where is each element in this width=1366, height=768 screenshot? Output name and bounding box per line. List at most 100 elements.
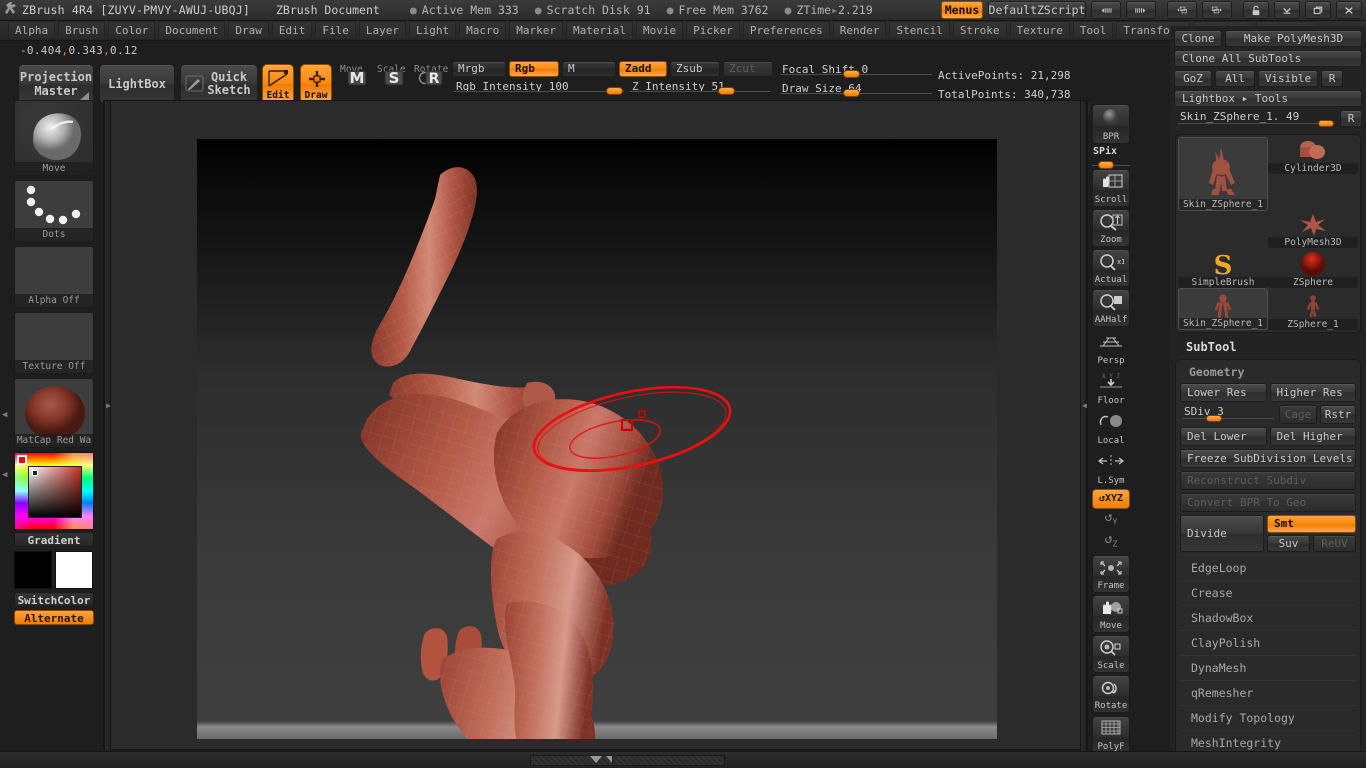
goz-button[interactable]: GoZ [1174, 70, 1212, 87]
crease-item[interactable]: Crease [1179, 580, 1357, 605]
prev-script-icon[interactable] [1091, 1, 1121, 19]
zoom-button[interactable]: Zoom [1092, 209, 1130, 247]
all-button[interactable]: All [1215, 70, 1255, 87]
floor-button[interactable]: X Y Z Floor [1092, 369, 1130, 407]
edit-button[interactable]: Edit [262, 64, 294, 104]
rotate-z-button[interactable]: ↺Z [1092, 533, 1130, 553]
menu-document[interactable]: Document [158, 21, 226, 40]
menu-movie[interactable]: Movie [635, 21, 684, 40]
menu-marker[interactable]: Marker [509, 21, 563, 40]
focal-shift-slider[interactable]: Focal Shift 0 [780, 63, 932, 78]
menu-tool[interactable]: Tool [1072, 21, 1114, 40]
higher-res-button[interactable]: Higher Res [1269, 383, 1356, 402]
subtool-section-header[interactable]: SubTool [1170, 333, 1366, 359]
rgb-intensity-slider[interactable]: Rgb Intensity 100 [454, 80, 624, 95]
del-lower-button[interactable]: Del Lower [1180, 427, 1267, 446]
bottom-scroll-arrows[interactable] [588, 754, 620, 768]
menu-brush[interactable]: Brush [58, 21, 106, 40]
lower-res-button[interactable]: Lower Res [1180, 383, 1267, 402]
local-button[interactable]: Local [1092, 409, 1130, 447]
color-marker-secondary[interactable] [32, 470, 38, 476]
right-tray-strip[interactable]: ◀ [1080, 101, 1087, 751]
menu-picker[interactable]: Picker [686, 21, 740, 40]
thumb-polymesh3d[interactable]: PolyMesh3D [1268, 211, 1358, 248]
geometry-title[interactable]: Geometry [1179, 363, 1357, 383]
document-canvas[interactable] [197, 139, 997, 739]
alpha-swatch[interactable]: Alpha Off [14, 246, 94, 308]
restore-icon[interactable] [1305, 1, 1331, 19]
rotate-button[interactable]: R Rotate [414, 64, 450, 104]
color-picker[interactable] [14, 452, 94, 530]
tool-item-slider[interactable]: Skin_ZSphere_1. 49 [1176, 110, 1337, 127]
left-tray-arrow-down[interactable]: ◀ [2, 470, 7, 480]
persp-button[interactable]: Persp [1092, 329, 1130, 367]
left-tray-arrow-up[interactable]: ◀ [2, 410, 7, 420]
modify-topology-item[interactable]: Modify Topology [1179, 705, 1357, 730]
zscript-name-button[interactable]: DefaultZScript [988, 1, 1086, 19]
divide-button[interactable]: Divide [1180, 515, 1264, 552]
menu-color[interactable]: Color [108, 21, 156, 40]
thumb-zsphere-1[interactable]: ZSphere_1 [1268, 288, 1358, 330]
switch-color-button[interactable]: SwitchColor [14, 592, 94, 607]
bottom-scrollbar-right[interactable] [612, 755, 725, 766]
cage-button[interactable]: Cage [1279, 405, 1317, 424]
move-gizmo-button[interactable]: Move [1092, 595, 1130, 633]
bpr-button[interactable]: BPR [1092, 104, 1130, 144]
menu-preferences[interactable]: Preferences [742, 21, 830, 40]
left-tray-strip[interactable]: ▶ [104, 101, 111, 751]
next-script-icon[interactable] [1126, 1, 1156, 19]
menu-file[interactable]: File [315, 21, 356, 40]
smt-button[interactable]: Smt [1267, 515, 1356, 533]
draw-button[interactable]: Draw [300, 64, 332, 104]
lsym-button[interactable]: L.Sym [1092, 449, 1130, 487]
shadowbox-item[interactable]: ShadowBox [1179, 605, 1357, 630]
polyf-button[interactable]: PolyF [1092, 716, 1130, 754]
clone-all-subtools-button[interactable]: Clone All SubTools [1174, 50, 1362, 67]
menu-render[interactable]: Render [832, 21, 887, 40]
goz-reset-button[interactable]: R [1321, 70, 1343, 87]
menu-light[interactable]: Light [408, 21, 457, 40]
dynamesh-item[interactable]: DynaMesh [1179, 655, 1357, 680]
alternate-button[interactable]: Alternate [14, 610, 94, 625]
lightbox-tools-button[interactable]: Lightbox ▸ Tools [1174, 90, 1362, 107]
menu-material[interactable]: Material [565, 21, 633, 40]
menu-stencil[interactable]: Stencil [889, 21, 950, 40]
rstr-button[interactable]: Rstr [1320, 405, 1356, 424]
scale-gizmo-button[interactable]: Scale [1092, 635, 1130, 673]
scale-button[interactable]: S Scale [377, 64, 413, 104]
visible-button[interactable]: Visible [1258, 70, 1318, 87]
menu-edit[interactable]: Edit [271, 21, 313, 40]
brush-swatch[interactable]: Move [14, 100, 94, 176]
material-swatch[interactable]: MatCap Red Wa [14, 378, 94, 448]
thumb-skin-zsphere-1-b[interactable]: Skin_ZSphere_1 [1178, 288, 1268, 330]
zsub-toggle[interactable]: Zsub [670, 61, 720, 77]
gradient-button[interactable]: Gradient [14, 532, 94, 547]
zcut-toggle[interactable]: Zcut [723, 61, 773, 77]
sdiv-slider[interactable]: SDiv 3 [1180, 405, 1276, 422]
xyz-rotate-button[interactable]: ↺XYZ [1092, 489, 1130, 509]
claypolish-item[interactable]: ClayPolish [1179, 630, 1357, 655]
thumb-cylinder3d[interactable]: Cylinder3D [1268, 137, 1358, 174]
zadd-toggle[interactable]: Zadd [619, 61, 667, 77]
close-icon[interactable] [1336, 1, 1362, 19]
menu-stroke[interactable]: Stroke [952, 21, 1007, 40]
quick-sketch-button[interactable]: Quick Sketch [180, 64, 258, 104]
menu-macro[interactable]: Macro [459, 21, 507, 40]
thumb-simplebrush[interactable]: S SimpleBrush [1178, 248, 1268, 288]
menu-draw[interactable]: Draw [228, 21, 269, 40]
frame-button[interactable]: Frame [1092, 555, 1130, 593]
freeze-subdiv-button[interactable]: Freeze SubDivision Levels [1180, 449, 1356, 468]
convert-bpr-button[interactable]: Convert BPR To Geo [1180, 493, 1356, 512]
rotate-y-button[interactable]: ↺Y [1092, 511, 1130, 531]
minimize-icon[interactable] [1274, 1, 1300, 19]
menus-button[interactable]: Menus [941, 1, 983, 19]
make-polymesh3d-button[interactable]: Make PolyMesh3D [1225, 30, 1362, 47]
scroll-button[interactable]: Scroll [1092, 169, 1130, 207]
menu-alpha[interactable]: Alpha [8, 21, 56, 40]
menu-layer[interactable]: Layer [358, 21, 406, 40]
draw-size-slider[interactable]: Draw Size 64 [780, 82, 932, 97]
primary-color-swatch[interactable] [14, 551, 52, 589]
rotate-gizmo-button[interactable]: Rotate [1092, 675, 1130, 713]
edgeloop-item[interactable]: EdgeLoop [1179, 555, 1357, 580]
stroke-swatch[interactable]: Dots [14, 180, 94, 242]
